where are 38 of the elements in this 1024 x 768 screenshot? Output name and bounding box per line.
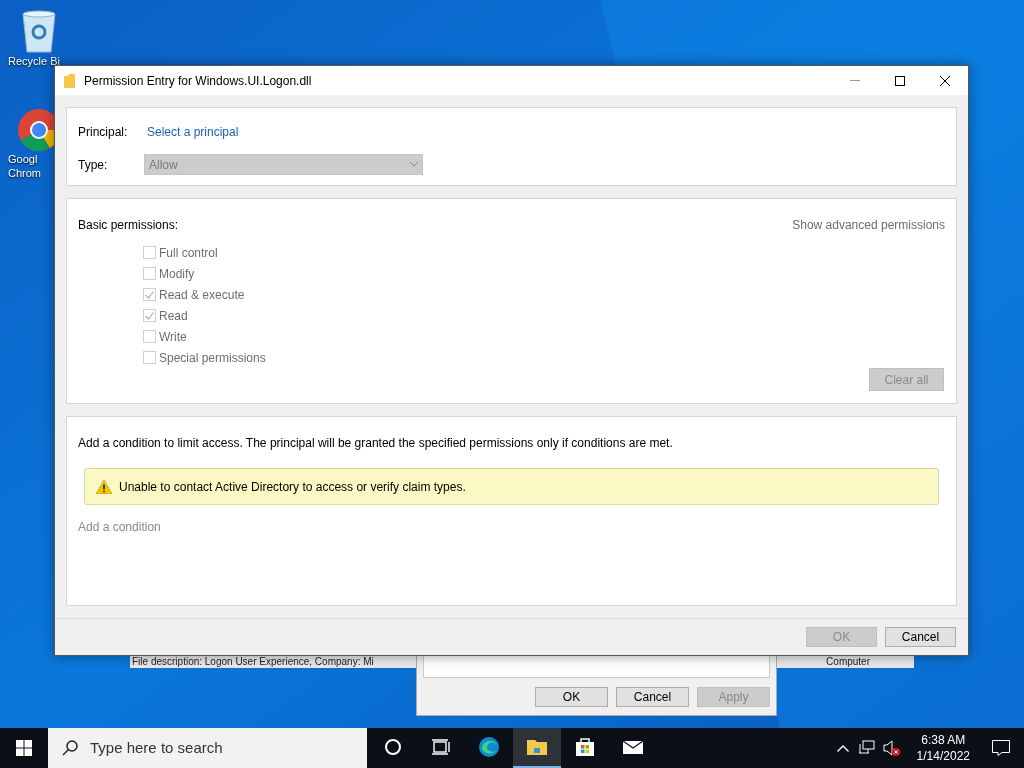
recycle-bin-icon[interactable] [19,8,59,54]
shopping-bag-icon [575,737,595,757]
advanced-permissions-link[interactable]: Show advanced permissions [792,216,945,234]
dialog-button[interactable]: OK [535,687,608,707]
field-label: Principal: [78,124,129,141]
clock-date: 1/14/2022 [916,748,970,764]
windows-logo-icon [16,740,32,756]
maximize-icon[interactable] [895,75,905,86]
chevron-down-icon [410,162,418,167]
close-icon[interactable] [940,75,950,86]
field-label: Type: [78,156,109,174]
dialog-button[interactable]: Cancel [616,687,689,707]
taskbar-app-button[interactable] [513,728,561,768]
condition-description: Add a condition to limit access. The principal will be granted the specified permissions only if conditions are met. [78,435,674,452]
search-icon [62,740,78,756]
chevron-up-icon[interactable] [836,744,849,752]
muted-speaker-icon[interactable] [882,740,901,756]
network-icon[interactable] [858,740,875,756]
clock-time: 6:38 AM [921,732,966,748]
warning-text: Unable to contact Active Directory to access or verify claim types. [119,478,466,496]
edge-icon [479,737,499,757]
desktop-icon-label[interactable]: Chrom [8,166,41,180]
principal-link[interactable]: Select a principal [147,123,239,141]
folder-icon [64,73,75,88]
folder-icon [527,737,547,757]
window-title: Permission Entry for Windows.UI.Logon.dll [84,72,313,90]
task-view-icon [431,737,451,757]
search-field[interactable]: Type here to search [48,728,367,768]
warning-icon [96,479,112,494]
section-heading: Basic permissions: [78,217,179,234]
clock[interactable]: 6:38 AM 1/14/2022 [908,732,978,764]
dialog-button[interactable]: Cancel [885,627,956,647]
status-text: Computer [826,656,870,667]
circle-icon [383,737,403,757]
desktop-icon-label[interactable]: Recycle Bi [8,54,60,68]
status-text: File description: Logon User Experience, Company: Mi [132,656,374,667]
notification-icon[interactable] [992,740,1010,756]
desktop-icon-label[interactable]: Googl [8,152,38,166]
